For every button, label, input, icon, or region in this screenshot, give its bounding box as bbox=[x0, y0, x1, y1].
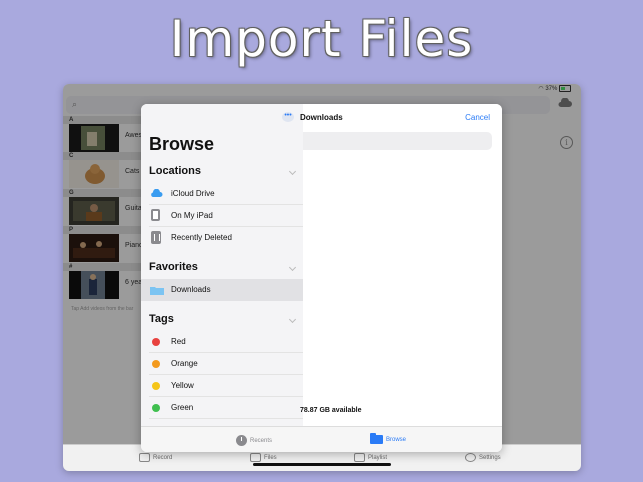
tags-header[interactable]: Tags bbox=[149, 313, 174, 325]
tab-browse-label: Browse bbox=[386, 437, 407, 444]
sidebar-item-label: Red bbox=[171, 337, 186, 346]
search-input[interactable] bbox=[303, 132, 492, 150]
home-indicator bbox=[253, 463, 391, 466]
sidebar-item-label: Downloads bbox=[171, 285, 211, 294]
sidebar-item-on-my-ipad[interactable]: On My iPad bbox=[141, 205, 303, 227]
picker-tab-bar: Recents Browse bbox=[141, 426, 502, 452]
settings-icon bbox=[465, 453, 476, 462]
tab-files[interactable]: Files bbox=[250, 453, 277, 462]
tag-dot-icon bbox=[152, 404, 160, 412]
tab-record-label: Record bbox=[153, 455, 173, 462]
tab-recents[interactable]: Recents bbox=[236, 435, 272, 446]
sidebar-item-label: iCloud Drive bbox=[171, 189, 215, 198]
headline: Import Files bbox=[169, 10, 474, 68]
tab-playlist-label: Playlist bbox=[368, 455, 388, 462]
tab-settings[interactable]: Settings bbox=[465, 453, 501, 462]
record-icon bbox=[139, 453, 150, 462]
sidebar-item-recently-deleted[interactable]: Recently Deleted bbox=[141, 227, 303, 249]
clock-icon bbox=[236, 435, 247, 446]
sidebar-item-tag-yellow[interactable]: Yellow bbox=[141, 375, 303, 397]
locations-header[interactable]: Locations bbox=[149, 165, 201, 177]
sidebar-item-label: Yellow bbox=[171, 381, 194, 390]
tab-browse[interactable]: Browse bbox=[370, 433, 407, 444]
cancel-button[interactable]: Cancel bbox=[465, 113, 490, 122]
trash-icon bbox=[151, 231, 161, 244]
playlist-icon bbox=[354, 453, 365, 462]
tab-playlist[interactable]: Playlist bbox=[354, 453, 387, 462]
tag-dot-icon bbox=[152, 360, 160, 368]
sidebar-item-label: On My iPad bbox=[171, 211, 213, 220]
folder-icon bbox=[370, 433, 383, 444]
tab-recents-label: Recents bbox=[250, 438, 273, 445]
sidebar-item-downloads[interactable]: Downloads bbox=[141, 279, 303, 301]
storage-available: 78.87 GB available bbox=[300, 407, 362, 414]
tag-dot-icon bbox=[152, 338, 160, 346]
folder-content: Downloads Cancel 78.87 GB available bbox=[300, 104, 502, 426]
folder-title: Downloads bbox=[300, 113, 343, 122]
sidebar-item-label: Orange bbox=[171, 359, 198, 368]
folder-icon bbox=[150, 287, 164, 295]
sidebar-title: Browse bbox=[149, 134, 215, 154]
tab-record[interactable]: Record bbox=[139, 453, 172, 462]
sidebar-item-label: Recently Deleted bbox=[171, 233, 232, 242]
picker-sidebar: ••• Browse Locations iCloud Drive On My … bbox=[141, 104, 304, 426]
tag-dot-icon bbox=[152, 382, 160, 390]
ipad-icon bbox=[151, 209, 160, 221]
chevron-down-icon[interactable] bbox=[288, 167, 297, 176]
tab-files-label: Files bbox=[264, 455, 277, 462]
file-picker-modal: ••• Browse Locations iCloud Drive On My … bbox=[141, 104, 502, 452]
files-icon bbox=[250, 453, 261, 462]
sidebar-item-label: Green bbox=[171, 403, 194, 412]
sidebar-item-tag-red[interactable]: Red bbox=[141, 331, 303, 353]
tab-settings-label: Settings bbox=[479, 455, 501, 462]
chevron-down-icon[interactable] bbox=[288, 315, 297, 324]
more-options-icon[interactable]: ••• bbox=[282, 112, 294, 122]
favorites-header[interactable]: Favorites bbox=[149, 261, 198, 273]
sidebar-item-tag-orange[interactable]: Orange bbox=[141, 353, 303, 375]
chevron-down-icon[interactable] bbox=[288, 263, 297, 272]
sidebar-item-icloud[interactable]: iCloud Drive bbox=[141, 183, 303, 205]
sidebar-item-tag-green[interactable]: Green bbox=[141, 397, 303, 419]
icloud-icon bbox=[151, 189, 163, 197]
